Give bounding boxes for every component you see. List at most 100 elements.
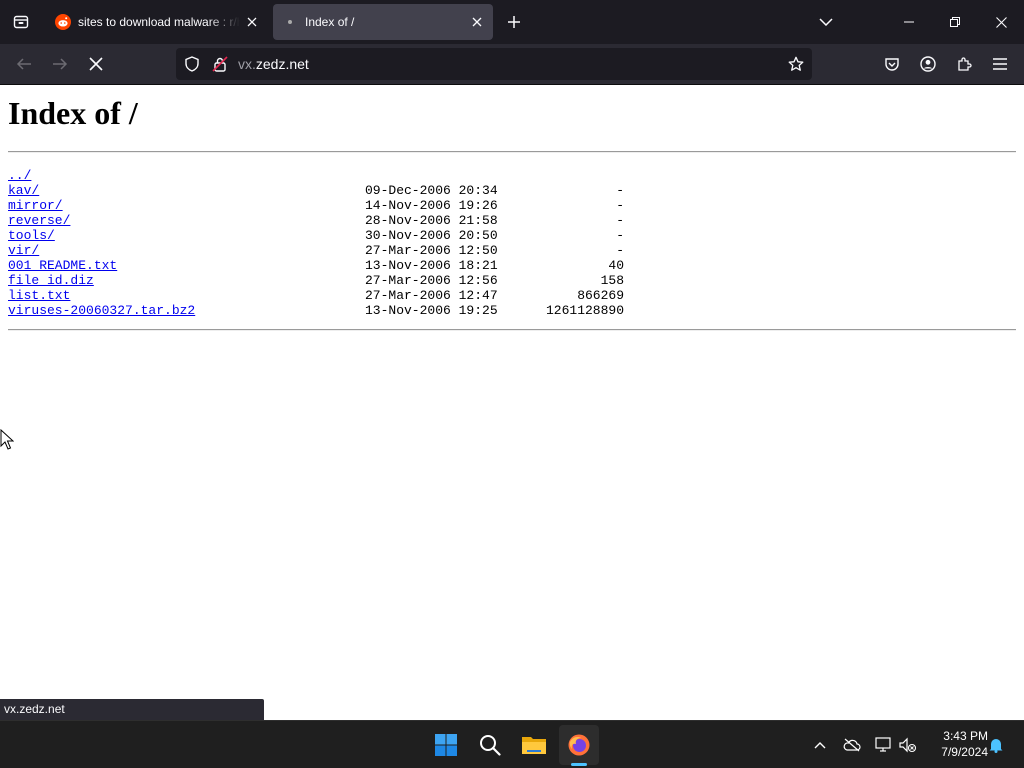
tab-title: Index of / — [305, 15, 355, 29]
stop-loading-button[interactable] — [80, 48, 112, 80]
file-row: list.txt 27-Mar-2006 12:47 866269 — [8, 288, 628, 303]
list-all-tabs-button[interactable] — [803, 0, 849, 44]
back-button[interactable] — [8, 48, 40, 80]
file-date: 30-Nov-2006 20:50 — [365, 228, 498, 243]
new-tab-button[interactable] — [500, 8, 528, 36]
file-size: - — [616, 213, 624, 228]
file-date: 27-Mar-2006 12:56 — [365, 273, 498, 288]
file-row: tools/ 30-Nov-2006 20:50 - — [8, 228, 628, 243]
hamburger-menu-icon — [993, 58, 1007, 70]
system-clock[interactable]: 3:43 PM 7/9/2024 — [924, 728, 988, 760]
tab-index[interactable]: Index of / — [273, 4, 493, 40]
firefox-icon — [568, 734, 590, 756]
file-size: - — [616, 228, 624, 243]
reddit-icon — [55, 14, 71, 30]
close-icon — [995, 16, 1007, 28]
puzzle-icon — [958, 57, 972, 71]
arrow-left-icon — [16, 58, 31, 70]
start-icon — [435, 734, 457, 756]
clock-time: 3:43 PM — [943, 729, 988, 743]
extensions-button[interactable] — [948, 48, 980, 80]
tab-strip: sites to download malware : r/h Index of… — [0, 0, 1024, 44]
volume-tray-button[interactable] — [896, 733, 920, 757]
volume-muted-icon — [899, 737, 917, 753]
close-icon — [472, 17, 482, 27]
file-explorer-icon — [522, 737, 546, 754]
pocket-button[interactable] — [876, 48, 908, 80]
file-row: kav/ 09-Dec-2006 20:34 - — [8, 183, 628, 198]
plus-icon — [508, 16, 520, 28]
address-bar[interactable]: vx.zedz.net — [176, 48, 812, 80]
bookmark-star-icon[interactable] — [788, 56, 804, 72]
file-explorer-button[interactable] — [514, 725, 554, 765]
file-size: 158 — [600, 273, 624, 288]
loading-icon — [282, 14, 298, 30]
file-link[interactable]: list.txt — [8, 288, 70, 303]
firefox-taskbar-button[interactable] — [559, 725, 599, 765]
file-row: vir/ 27-Mar-2006 12:50 - — [8, 243, 628, 258]
file-link[interactable]: vir/ — [8, 243, 39, 258]
close-window-button[interactable] — [978, 0, 1024, 44]
onedrive-tray-button[interactable] — [840, 733, 864, 757]
minimize-icon — [904, 21, 914, 23]
tracking-protection-shield-icon[interactable] — [184, 56, 200, 72]
file-link[interactable]: file_id.diz — [8, 273, 94, 288]
restore-icon — [950, 17, 960, 27]
file-link[interactable]: viruses-20060327.tar.bz2 — [8, 303, 195, 318]
page-title: Index of / — [8, 95, 138, 131]
file-row: mirror/ 14-Nov-2006 19:26 - — [8, 198, 628, 213]
file-row: viruses-20060327.tar.bz2 13-Nov-2006 19:… — [8, 303, 628, 318]
tab-title: sites to download malware : r/h — [78, 15, 240, 29]
tab-reddit[interactable]: sites to download malware : r/h — [46, 4, 268, 40]
file-date: 27-Mar-2006 12:47 — [365, 288, 498, 303]
parent-directory-link[interactable]: ../ — [8, 168, 31, 183]
file-link[interactable]: tools/ — [8, 228, 55, 243]
pocket-icon — [885, 58, 899, 71]
file-date: 28-Nov-2006 21:58 — [365, 213, 498, 228]
file-link[interactable]: kav/ — [8, 183, 39, 198]
file-date: 14-Nov-2006 19:26 — [365, 198, 498, 213]
restore-button[interactable] — [932, 0, 978, 44]
file-size: - — [616, 243, 624, 258]
parent-directory-row: ../ — [8, 168, 628, 183]
url-text: vx.zedz.net — [238, 56, 309, 72]
clock-date: 7/9/2024 — [941, 745, 988, 759]
bell-icon — [989, 739, 1003, 753]
navigation-toolbar: vx.zedz.net — [0, 44, 1024, 85]
page-content: Index of / ../ kav/ 09-Dec-2006 20:34 - … — [0, 85, 1024, 720]
close-tab-button[interactable] — [465, 10, 489, 34]
file-size: 40 — [608, 258, 624, 273]
minimize-button[interactable] — [886, 0, 932, 44]
file-row: file_id.diz 27-Mar-2006 12:56 158 — [8, 273, 628, 288]
status-link-preview: vx.zedz.net — [0, 699, 264, 720]
account-button[interactable] — [912, 48, 944, 80]
file-link[interactable]: reverse/ — [8, 213, 70, 228]
search-button[interactable] — [470, 725, 510, 765]
start-button[interactable] — [426, 725, 466, 765]
taskbar: 3:43 PM 7/9/2024 — [0, 720, 1024, 768]
file-link[interactable]: mirror/ — [8, 198, 63, 213]
file-date: 13-Nov-2006 19:25 — [365, 303, 498, 318]
directory-listing: ../ kav/ 09-Dec-2006 20:34 - mirror/ 14-… — [8, 168, 628, 318]
forward-button[interactable] — [44, 48, 76, 80]
app-menu-button[interactable] — [984, 48, 1016, 80]
file-date: 13-Nov-2006 18:21 — [365, 258, 498, 273]
network-tray-button[interactable] — [872, 733, 896, 757]
show-hidden-icons-button[interactable] — [808, 733, 832, 757]
stop-icon — [89, 57, 103, 71]
url-subdomain: vx. — [238, 56, 256, 72]
chevron-up-icon — [814, 742, 826, 749]
file-link[interactable]: 001_README.txt — [8, 258, 117, 273]
search-icon — [480, 735, 501, 756]
notifications-button[interactable] — [984, 733, 1008, 757]
file-date: 27-Mar-2006 12:50 — [365, 243, 498, 258]
file-size: - — [616, 183, 624, 198]
bottom-divider — [8, 329, 1016, 331]
file-row: 001_README.txt 13-Nov-2006 18:21 40 — [8, 258, 628, 273]
insecure-lock-icon[interactable] — [212, 56, 228, 72]
top-divider — [8, 151, 1016, 153]
close-tab-button[interactable] — [240, 10, 264, 34]
url-domain: zedz.net — [255, 56, 309, 72]
firefox-view-button[interactable] — [0, 0, 42, 44]
arrow-right-icon — [53, 58, 68, 70]
